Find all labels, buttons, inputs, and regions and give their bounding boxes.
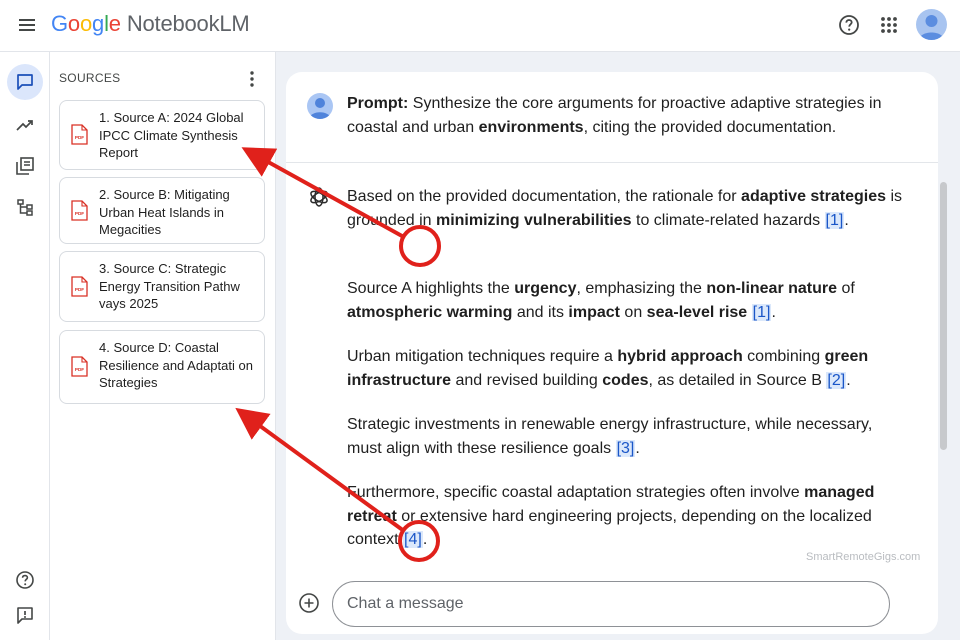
menu-icon[interactable]: [17, 15, 37, 35]
response-bold: non-linear nature: [706, 280, 838, 297]
user-prompt: Prompt: Synthesize the core arguments fo…: [347, 92, 907, 140]
response-text: .: [844, 211, 849, 229]
svg-text:PDF: PDF: [75, 287, 84, 292]
response-paragraph: Source A highlights the urgency, emphasi…: [347, 277, 907, 324]
apps-grid-icon[interactable]: [879, 15, 899, 35]
response-bold: hybrid approach: [617, 348, 743, 365]
response-text: .: [635, 439, 640, 457]
response-text: on: [619, 303, 647, 321]
person-icon: [309, 98, 331, 119]
help-outline-icon[interactable]: [15, 570, 35, 590]
response-text: .: [422, 531, 428, 548]
response-text: .: [846, 371, 851, 389]
response-paragraph: Furthermore, specific coastal adaptation…: [347, 481, 907, 552]
prompt-text: , citing the provided documentation.: [583, 119, 837, 136]
svg-text:PDF: PDF: [75, 135, 84, 140]
citation-1[interactable]: [1]: [824, 211, 845, 229]
library-nav-button[interactable]: [7, 148, 43, 184]
response-text: Strategic investments in renewable energ…: [347, 416, 873, 457]
chat-input[interactable]: [332, 581, 890, 627]
chat-icon: [17, 74, 33, 90]
left-rail: [0, 52, 50, 640]
feedback-icon[interactable]: [15, 605, 35, 625]
response-bold: codes: [602, 371, 649, 389]
prompt-bold: environments: [478, 119, 584, 136]
pdf-icon: PDF: [71, 124, 88, 145]
source-label: 3. Source C: Strategic Energy Transition…: [99, 261, 240, 311]
divider: [286, 162, 938, 163]
citation-3[interactable]: [3]: [615, 439, 636, 457]
response-paragraph: Strategic investments in renewable energ…: [347, 413, 907, 460]
logo-letter: g: [92, 11, 105, 36]
sources-panel: SOURCES PDF 1. Source A: 2024 Global IPC…: [50, 52, 276, 640]
svg-text:PDF: PDF: [75, 367, 84, 372]
svg-text:PDF: PDF: [75, 211, 84, 216]
account-tree-icon: [17, 199, 33, 216]
trends-nav-button[interactable]: [7, 107, 43, 143]
response-text: and its: [512, 303, 569, 321]
app-logo[interactable]: Google NotebookLM: [51, 11, 250, 37]
response-text: Urban mitigation techniques require a: [347, 348, 618, 365]
response-text: [747, 304, 751, 321]
prompt-label: Prompt:: [347, 95, 409, 112]
response-bold: atmospheric warming: [347, 303, 513, 321]
help-icon[interactable]: [838, 14, 860, 36]
logo-letter: o: [79, 11, 93, 36]
user-avatar: [307, 93, 333, 119]
citation-1[interactable]: [1]: [751, 303, 772, 321]
watermark: SmartRemoteGigs.com: [806, 551, 921, 563]
response-text: , as detailed in Source B: [648, 371, 827, 389]
response-text: , emphasizing the: [576, 280, 707, 297]
share-nav-button[interactable]: [7, 189, 43, 225]
more-vert-icon[interactable]: [244, 70, 260, 88]
logo-letter: e: [108, 11, 121, 36]
response-bold: minimizing vulnerabilities: [435, 211, 632, 229]
response-bold: impact: [568, 303, 620, 321]
source-label: 4. Source D: Coastal Resilience and Adap…: [99, 340, 253, 390]
response-text: Source A highlights the: [347, 280, 515, 297]
pdf-icon: PDF: [71, 276, 88, 297]
response-bold: adaptive strategies: [741, 188, 886, 205]
logo-letter: o: [67, 11, 80, 36]
source-label: 2. Source B: Mitigating Urban Heat Islan…: [99, 187, 230, 237]
top-bar: Google NotebookLM: [0, 0, 960, 52]
logo-letter: G: [51, 11, 68, 36]
person-icon: [919, 15, 944, 40]
chat-panel: Prompt: Synthesize the core arguments fo…: [286, 72, 938, 634]
source-card-c[interactable]: PDF 3. Source C: Strategic Energy Transi…: [59, 251, 265, 322]
library-icon: [16, 157, 34, 175]
account-avatar[interactable]: [916, 9, 947, 40]
response-paragraph: Based on the provided documentation, the…: [347, 185, 907, 232]
response-text: Based on the provided documentation, the…: [347, 188, 742, 205]
response-paragraph: Urban mitigation techniques require a hy…: [347, 345, 907, 392]
chat-scrollbar[interactable]: [940, 182, 947, 450]
pdf-icon: PDF: [71, 356, 88, 377]
source-label: 1. Source A: 2024 Global IPCC Climate Sy…: [99, 110, 244, 160]
trending-up-icon: [16, 120, 33, 131]
product-name: NotebookLM: [126, 11, 250, 36]
chat-nav-button[interactable]: [7, 64, 43, 100]
pdf-icon: PDF: [71, 200, 88, 221]
response-text: .: [771, 303, 776, 321]
response-text: combining: [742, 348, 825, 365]
source-card-b[interactable]: PDF 2. Source B: Mitigating Urban Heat I…: [59, 177, 265, 244]
source-card-a[interactable]: PDF 1. Source A: 2024 Global IPCC Climat…: [59, 100, 265, 170]
sources-title: SOURCES: [59, 71, 121, 85]
response-bold: sea-level rise: [646, 303, 748, 321]
source-card-d[interactable]: PDF 4. Source D: Coastal Resilience and …: [59, 330, 265, 404]
citation-2[interactable]: [2]: [826, 371, 847, 389]
ai-assistant-icon: [310, 187, 328, 207]
response-text: to climate-related hazards: [631, 211, 825, 229]
citation-4[interactable]: [4]: [403, 531, 423, 548]
response-bold: urgency: [514, 280, 577, 297]
response-text: Furthermore, specific coastal adaptation…: [347, 484, 805, 501]
response-text: and revised building: [451, 371, 603, 389]
add-circle-icon[interactable]: [298, 592, 320, 614]
response-text: of: [837, 280, 855, 297]
